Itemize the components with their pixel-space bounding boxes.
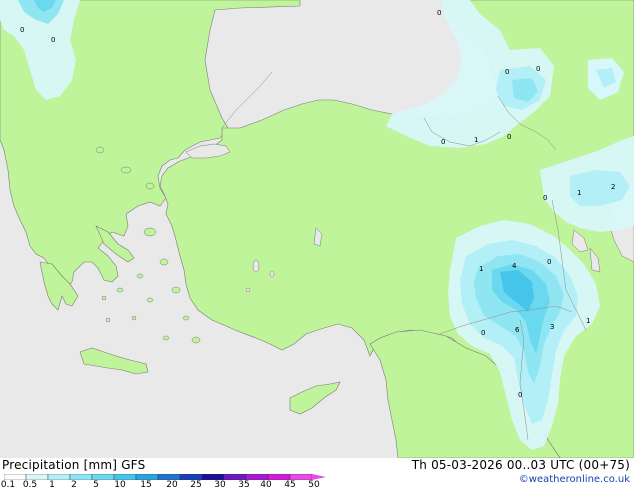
point-label: 6 <box>515 326 520 334</box>
legend-label: 1 <box>49 480 55 490</box>
point-label: 0 <box>481 329 485 337</box>
valid-time: Th 05-03-2026 00..03 UTC (00+75) <box>411 458 630 472</box>
point-label: 0 <box>547 258 551 266</box>
point-label: 0 <box>20 26 24 34</box>
point-label: 0 <box>51 36 55 44</box>
product-label: Precipitation [mm] <box>2 458 118 472</box>
credit-link[interactable]: ©weatheronline.co.uk <box>519 474 630 485</box>
point-label: 1 <box>586 317 590 325</box>
map-title: Precipitation [mm] GFS <box>2 458 145 472</box>
legend-labels: 0.1 0.5 1 2 5 10 15 20 25 30 35 40 45 50 <box>0 480 330 490</box>
legend-label: 35 <box>238 480 250 490</box>
model-label: GFS <box>121 458 146 472</box>
legend-label: 2 <box>71 480 77 490</box>
point-label: 0 <box>518 391 522 399</box>
point-label: 0 <box>507 133 511 141</box>
point-label: 0 <box>437 9 441 17</box>
legend-label: 50 <box>308 480 320 490</box>
map-canvas: 0 0 0 0 0 0 1 0 0 1 2 1 4 0 0 6 3 1 0 <box>0 0 634 458</box>
legend-label: 25 <box>190 480 202 490</box>
legend-label: 20 <box>166 480 178 490</box>
point-label: 1 <box>479 265 483 273</box>
legend-label: 15 <box>140 480 152 490</box>
legend-label: 10 <box>114 480 126 490</box>
legend-label: 45 <box>284 480 296 490</box>
map-footer: Precipitation [mm] GFS Th 05-03-2026 00.… <box>0 458 634 490</box>
legend-label: 0.1 <box>0 480 16 490</box>
legend-label: 40 <box>260 480 272 490</box>
point-label: 0 <box>441 138 445 146</box>
point-label: 0 <box>536 65 540 73</box>
point-label: 1 <box>474 136 478 144</box>
point-label: 0 <box>543 194 547 202</box>
precipitation-map: 0 0 0 0 0 0 1 0 0 1 2 1 4 0 0 6 3 1 0 <box>0 0 634 458</box>
point-label: 2 <box>611 183 615 191</box>
point-label: 4 <box>512 262 517 270</box>
point-label: 0 <box>505 68 509 76</box>
point-label: 3 <box>550 323 554 331</box>
legend-label: 0.5 <box>22 480 38 490</box>
point-label: 1 <box>577 189 581 197</box>
legend-label: 30 <box>214 480 226 490</box>
legend-label: 5 <box>93 480 99 490</box>
